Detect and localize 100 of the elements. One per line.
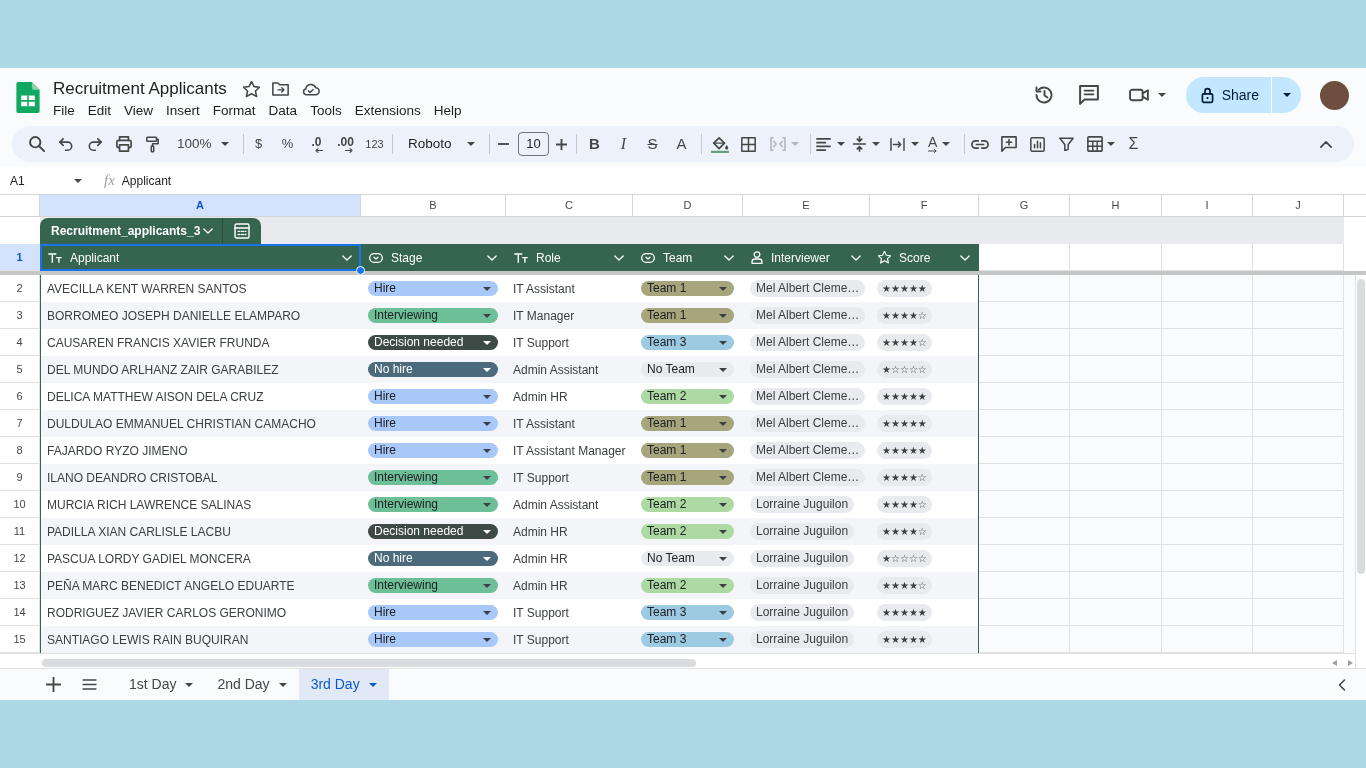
align-left-icon[interactable] [816,137,831,151]
person-chip[interactable]: Lorraine Juguilon [750,604,855,621]
comment-plus-icon[interactable] [1000,136,1017,152]
row-header[interactable]: 3 [0,302,40,329]
decrease-decimal-button[interactable]: .0 [302,130,331,158]
menu-item[interactable]: Extensions [354,101,421,121]
paint-roller-icon[interactable] [146,135,159,153]
person-chip[interactable]: Lorraine Juguilon [750,496,855,513]
minus-icon[interactable] [497,143,509,145]
menu-item[interactable]: File [53,101,75,121]
stage-chip[interactable]: Interviewing [368,308,498,323]
table-icon[interactable] [1087,136,1103,152]
star-icon[interactable] [242,80,260,98]
column-header[interactable]: H [1070,195,1162,217]
stage-chip[interactable]: Hire [368,389,498,404]
column-header[interactable]: D [633,195,743,217]
row-header[interactable]: 12 [0,545,40,572]
rating-chip[interactable]: ★★★★★ [877,631,932,648]
chevron-up-icon[interactable] [1320,140,1332,148]
team-chip[interactable]: No Team [641,551,734,566]
row-header[interactable]: 14 [0,599,40,626]
font-dropdown[interactable]: Roboto [393,130,486,158]
menu-item[interactable]: View [124,101,154,121]
person-chip[interactable]: Mel Albert Cleme… [750,361,866,378]
rating-chip[interactable]: ★★★★☆ [877,496,932,513]
row-header[interactable]: 11 [0,518,40,545]
team-chip[interactable]: Team 2 [641,389,734,404]
menu-item[interactable]: Insert [166,101,200,121]
cloud-check-icon[interactable] [300,82,320,96]
font-size-field[interactable]: 10 [518,132,549,156]
stage-chip[interactable]: Interviewing [368,470,498,485]
person-chip[interactable]: Lorraine Juguilon [750,550,855,567]
search-icon[interactable] [28,136,45,152]
row-header[interactable]: 15 [0,626,40,653]
rating-chip[interactable]: ★★★★☆ [877,577,932,594]
menu-item[interactable]: Format [212,101,256,121]
person-chip[interactable]: Mel Albert Cleme… [750,415,866,432]
chevron-left-icon[interactable] [1338,678,1346,691]
team-chip[interactable]: Team 2 [641,578,734,593]
row-header[interactable]: 4 [0,329,40,356]
column-header[interactable]: I [1162,195,1253,217]
stage-chip[interactable]: Interviewing [368,578,498,593]
team-chip[interactable]: Team 2 [641,524,734,539]
team-chip[interactable]: Team 1 [641,470,734,485]
row-header[interactable]: 1 [0,244,40,271]
name-box[interactable]: A1 [4,168,90,193]
redo-icon[interactable] [87,137,102,151]
caret-icon[interactable] [942,142,951,146]
caret-icon[interactable] [837,142,845,146]
chevron-down-icon[interactable] [960,254,970,261]
column-header[interactable]: A [40,195,361,217]
spreadsheet-logo[interactable] [16,82,40,113]
team-chip[interactable]: Team 2 [641,497,734,512]
vertical-align-icon[interactable] [853,136,866,152]
chevron-down-icon[interactable] [851,254,861,261]
triangle-left-icon[interactable] [1332,660,1337,666]
number-format-button[interactable]: 123 [360,130,389,158]
team-chip[interactable]: Team 1 [641,416,734,431]
stage-chip[interactable]: Decision needed [368,524,498,539]
team-chip[interactable]: Team 3 [641,605,734,620]
triangle-right-icon[interactable] [1348,660,1353,666]
column-header[interactable]: F [870,195,979,217]
document-title[interactable]: Recruitment Applicants [53,78,227,100]
history-icon[interactable] [1033,85,1054,105]
rating-chip[interactable]: ★☆☆☆☆ [877,550,932,567]
stage-chip[interactable]: Hire [368,281,498,296]
person-chip[interactable]: Mel Albert Cleme… [750,442,866,459]
rating-chip[interactable]: ★★★★★ [877,280,932,297]
paint-bucket-icon[interactable] [710,135,729,153]
link-icon[interactable] [970,139,989,149]
table-name-tab[interactable]: Recruitment_applicants_3 [40,218,222,244]
stage-chip[interactable]: Hire [368,632,498,647]
chevron-down-icon[interactable] [342,254,352,261]
stage-chip[interactable]: Hire [368,605,498,620]
stage-chip[interactable]: Hire [368,443,498,458]
menu-item[interactable]: Help [433,101,462,121]
column-header[interactable]: G [979,195,1070,217]
rating-chip[interactable]: ★★★★★ [877,442,932,459]
row-header[interactable]: 13 [0,572,40,599]
rating-chip[interactable]: ★★★★★ [877,604,932,621]
row-header[interactable]: 5 [0,356,40,383]
bar-chart-icon[interactable] [1030,136,1045,152]
caret-icon[interactable] [911,142,919,146]
chevron-down-icon[interactable] [487,254,497,261]
increase-decimal-button[interactable]: .00 [331,130,360,158]
row-header[interactable]: 2 [0,275,40,302]
chevron-down-icon[interactable] [724,254,734,261]
strikethrough-button[interactable]: S [638,130,667,158]
team-chip[interactable]: Team 3 [641,335,734,350]
caret-icon[interactable] [1107,142,1115,146]
rating-chip[interactable]: ★★★★★ [877,388,932,405]
table-stats-button[interactable] [222,218,261,244]
currency-button[interactable]: $ [244,130,273,158]
team-chip[interactable]: Team 1 [641,308,734,323]
zoom-dropdown[interactable]: 100% [167,130,235,158]
row-header[interactable]: 7 [0,410,40,437]
printer-icon[interactable] [115,136,132,152]
stage-chip[interactable]: No hire [368,551,498,566]
sheet-tab[interactable]: 1st Day [117,669,206,700]
person-chip[interactable]: Mel Albert Cleme… [750,469,866,486]
